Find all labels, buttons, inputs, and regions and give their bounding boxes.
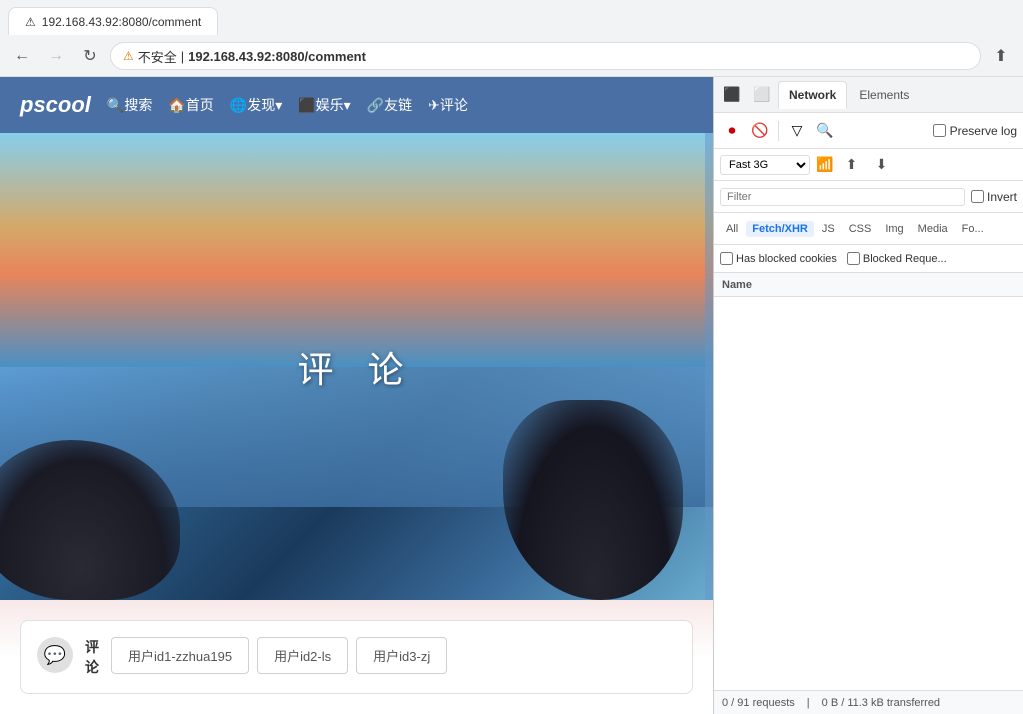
user-tab-2[interactable]: 用户id2-ls [257,637,348,674]
blocked-cookies-label[interactable]: Has blocked cookies [720,252,837,265]
main-area: pscool 🔍搜索 🏠首页 🌐发现▾ ⬛娱乐▾ 🔗友链 ✈评论 评 论 💬 [0,77,1023,714]
devtools-tab-bar: ⬛ ⬜ Network Elements [714,77,1023,113]
blocked-cookies-checkbox[interactable] [720,252,733,265]
filter-toolbar: Invert [714,181,1023,213]
forward-button[interactable]: → [42,42,70,70]
user-tab-1[interactable]: 用户id1-zzhua195 [111,637,249,674]
preserve-log-text: Preserve log [950,124,1017,138]
devtools-status-bar: 0 / 91 requests | 0 B / 11.3 kB transfer… [714,690,1023,714]
nav-home[interactable]: 🏠首页 [168,95,213,115]
comment-label-char2: 论 [85,657,99,677]
hero-title: 评 论 [297,341,415,393]
devtools-panel: ⬛ ⬜ Network Elements ⏺ 🚫 ▽ 🔍 Preserve lo… [713,77,1023,714]
rock-right [503,400,683,600]
clear-button[interactable]: 🚫 [748,119,772,143]
network-table-body [714,297,1023,690]
separator: | [807,697,810,709]
address-bar-input[interactable]: ⚠ 不安全 | 192.168.43.92:8080/comment [110,42,981,70]
filter-js[interactable]: JS [816,221,841,237]
name-column-header[interactable]: Name [722,279,752,291]
nav-links[interactable]: 🔗友链 [367,95,412,115]
browser-chrome: ⚠ 192.168.43.92:8080/comment ← → ↻ ⚠ 不安全… [0,0,1023,77]
address-bar: ← → ↻ ⚠ 不安全 | 192.168.43.92:8080/comment… [0,36,1023,76]
checkbox-row: Has blocked cookies Blocked Reque... [714,245,1023,273]
network-table-header: Name [714,273,1023,297]
nav-discover[interactable]: 🌐发现▾ [230,95,282,115]
filter-img[interactable]: Img [879,221,909,237]
address-url: 192.168.43.92:8080/comment [188,49,366,64]
hero-section: 评 论 [0,133,713,600]
filter-input[interactable] [720,188,965,206]
blocked-requests-label[interactable]: Blocked Reque... [847,252,947,265]
hero-right-bar [705,133,713,600]
record-button[interactable]: ⏺ [720,119,744,143]
tab-bar: ⚠ 192.168.43.92:8080/comment [0,0,1023,36]
tab-network[interactable]: Network [778,81,847,109]
browser-tab[interactable]: ⚠ 192.168.43.92:8080/comment [8,7,218,35]
nav-search[interactable]: 🔍搜索 [107,95,152,115]
search-button[interactable]: 🔍 [813,119,837,143]
transferred-size: 0 B / 11.3 kB transferred [822,697,940,709]
filter-media[interactable]: Media [912,221,954,237]
filter-fetch-xhr[interactable]: Fetch/XHR [746,221,814,237]
comment-box: 💬 评 论 用户id1-zzhua195 用户id2-ls 用户id3-zj [20,620,693,694]
website-content: pscool 🔍搜索 🏠首页 🌐发现▾ ⬛娱乐▾ 🔗友链 ✈评论 评 论 💬 [0,77,713,714]
comment-icon: 💬 [37,637,73,673]
throttle-select[interactable]: No throttling Fast 3G Slow 3G Offline [720,155,810,175]
filter-css[interactable]: CSS [843,221,878,237]
comment-label-char1: 评 [85,637,99,657]
filter-button[interactable]: ▽ [785,119,809,143]
security-warning-icon: ⚠ [123,49,134,63]
preserve-log-label[interactable]: Preserve log [933,124,1017,138]
invert-text: Invert [987,190,1017,204]
blocked-cookies-text: Has blocked cookies [736,253,837,265]
filter-font[interactable]: Fo... [956,221,990,237]
nav-entertainment[interactable]: ⬛娱乐▾ [298,95,350,115]
comment-label: 评 论 [85,637,99,677]
download-button[interactable]: ⬇ [869,153,893,177]
toolbar-separator-1 [778,121,779,141]
user-tab-3[interactable]: 用户id3-zj [356,637,447,674]
filter-types: All Fetch/XHR JS CSS Img Media Fo... [714,213,1023,245]
tab-title: 192.168.43.92:8080/comment [42,15,201,29]
share-button[interactable]: ⬆ [987,42,1015,70]
back-button[interactable]: ← [8,42,36,70]
request-count: 0 / 91 requests [722,697,795,709]
upload-button[interactable]: ⬆ [839,153,863,177]
throttle-toolbar: No throttling Fast 3G Slow 3G Offline 📶 … [714,149,1023,181]
devtools-inspect-btn[interactable]: ⬛ [718,81,746,109]
devtools-responsive-btn[interactable]: ⬜ [748,81,776,109]
network-toolbar: ⏺ 🚫 ▽ 🔍 Preserve log [714,113,1023,149]
security-label: 不安全 [138,47,177,66]
filter-all[interactable]: All [720,221,744,237]
site-logo: pscool [20,92,91,118]
nav-comments[interactable]: ✈评论 [428,95,468,115]
sky-gradient [0,133,713,367]
site-navigation: pscool 🔍搜索 🏠首页 🌐发现▾ ⬛娱乐▾ 🔗友链 ✈评论 [0,77,713,133]
wifi-icon: 📶 [816,156,833,173]
reload-button[interactable]: ↻ [76,42,104,70]
blocked-requests-checkbox[interactable] [847,252,860,265]
tab-favicon: ⚠ [25,15,36,29]
comment-section: 💬 评 论 用户id1-zzhua195 用户id2-ls 用户id3-zj [0,600,713,714]
user-tabs: 用户id1-zzhua195 用户id2-ls 用户id3-zj [111,637,447,674]
invert-checkbox[interactable] [971,190,984,203]
blocked-requests-text: Blocked Reque... [863,253,947,265]
preserve-log-checkbox[interactable] [933,124,946,137]
invert-label[interactable]: Invert [971,190,1017,204]
address-separator: | [181,49,184,64]
tab-elements[interactable]: Elements [849,82,919,108]
